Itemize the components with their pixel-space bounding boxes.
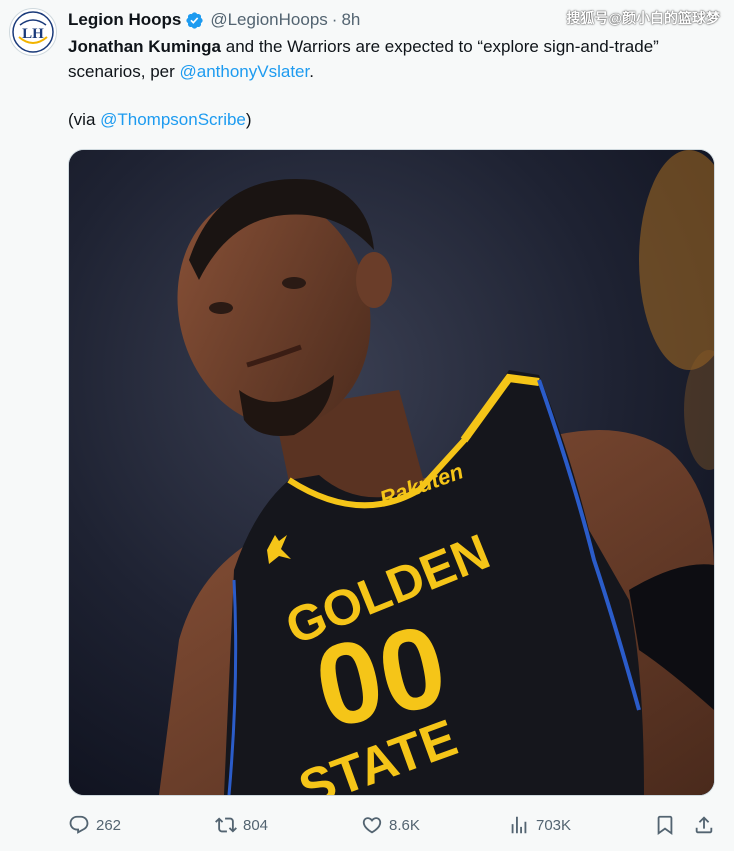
reply-button[interactable]: 262 bbox=[68, 812, 121, 838]
tweet-text-part2: . bbox=[309, 62, 314, 81]
avatar[interactable]: LH bbox=[9, 8, 57, 56]
mention-link-thompsonscribe[interactable]: @ThompsonScribe bbox=[100, 110, 246, 129]
bookmark-icon bbox=[657, 815, 673, 836]
like-count: 8.6K bbox=[389, 816, 420, 834]
legion-hoops-logo-icon: LH bbox=[12, 11, 54, 53]
tweet-paragraph: Jonathan Kuminga and the Warriors are ex… bbox=[68, 34, 718, 84]
handle[interactable]: @LegionHoops bbox=[210, 10, 327, 30]
verified-badge-icon bbox=[186, 11, 203, 29]
heart-icon bbox=[362, 817, 382, 834]
reply-count: 262 bbox=[96, 816, 122, 834]
mention-link-anthonyvslater[interactable]: @anthonyVslater bbox=[180, 62, 310, 81]
share-button[interactable] bbox=[693, 812, 715, 838]
tweet-text: Jonathan Kuminga and the Warriors are ex… bbox=[68, 34, 718, 132]
player-photo-illustration: Rakuten GOLDEN 00 STATE bbox=[69, 150, 714, 795]
views-count: 703K bbox=[536, 816, 572, 834]
retweet-icon bbox=[215, 817, 237, 833]
display-name[interactable]: Legion Hoops bbox=[68, 10, 181, 30]
retweet-count: 804 bbox=[243, 816, 269, 834]
separator-dot: · bbox=[331, 10, 338, 29]
tweet-bold-name: Jonathan Kuminga bbox=[68, 37, 222, 56]
retweet-button[interactable]: 804 bbox=[215, 812, 268, 838]
via-prefix: (via bbox=[68, 110, 101, 129]
share-icon bbox=[695, 816, 713, 834]
tweet-actions-bar: 262 804 8.6K 703K bbox=[68, 812, 718, 838]
timestamp[interactable]: 8h bbox=[341, 10, 360, 30]
views-button[interactable]: 703K bbox=[508, 812, 571, 838]
reply-icon bbox=[69, 815, 89, 834]
like-button[interactable]: 8.6K bbox=[361, 812, 420, 838]
watermark: 搜狐号@颜小白的篮球梦 bbox=[566, 10, 720, 26]
tweet-via-paragraph: (via @ThompsonScribe) bbox=[68, 107, 718, 132]
avatar-letters: LH bbox=[22, 26, 44, 42]
bookmark-button[interactable] bbox=[654, 812, 676, 838]
tweet-header: Legion Hoops @LegionHoops · 8h bbox=[68, 9, 360, 31]
via-suffix: ) bbox=[245, 110, 252, 129]
views-icon bbox=[511, 816, 527, 834]
tweet-photo[interactable]: Rakuten GOLDEN 00 STATE bbox=[68, 149, 715, 796]
